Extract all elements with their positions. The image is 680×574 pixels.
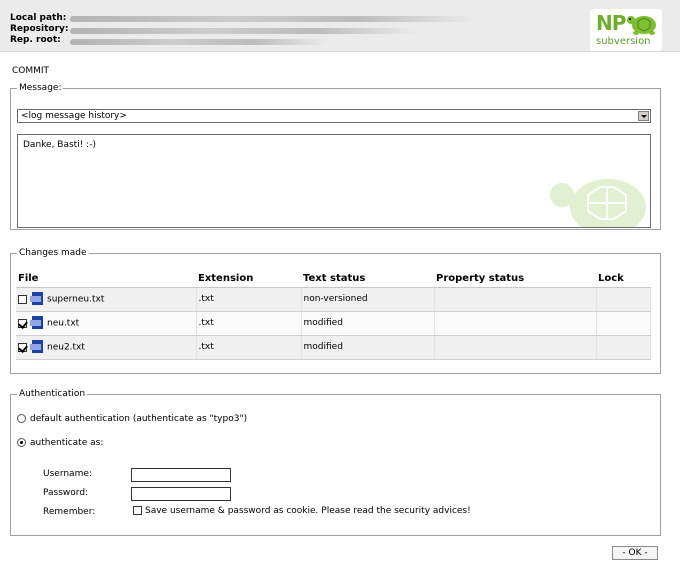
extension-cell: .txt xyxy=(196,311,302,336)
message-textarea[interactable]: Danke, Basti! :-) xyxy=(17,134,651,228)
auth-default-option[interactable]: default authentication (authenticate as … xyxy=(17,414,247,424)
text-status-cell: modified xyxy=(301,311,435,336)
remember-text: Save username & password as cookie. Plea… xyxy=(145,506,471,516)
commit-title: COMMIT xyxy=(12,66,50,76)
password-label: Password: xyxy=(43,488,89,498)
rep-root-value-blurred xyxy=(70,39,330,45)
auth-as-radio[interactable] xyxy=(17,438,26,447)
message-group: Message: <log message history> Danke, Ba… xyxy=(10,83,661,230)
turtle-watermark-icon xyxy=(550,179,646,227)
repository-value-blurred xyxy=(70,28,420,34)
header-labels: Local path: Repository: Rep. root: xyxy=(10,13,69,46)
changes-group: Changes made File Extension Text status … xyxy=(10,248,661,374)
username-label: Username: xyxy=(43,469,92,479)
authentication-legend: Authentication xyxy=(17,389,88,400)
message-text: Danke, Basti! :-) xyxy=(23,140,96,150)
log-history-value: <log message history> xyxy=(21,111,127,121)
property-status-cell xyxy=(434,287,597,312)
authentication-group: Authentication default authentication (a… xyxy=(10,389,661,536)
header-bar: Local path: Repository: Rep. root: NP su… xyxy=(0,0,680,52)
file-cell: neu2.txt xyxy=(16,335,197,360)
file-cell: superneu.txt xyxy=(16,287,197,312)
property-status-cell xyxy=(434,311,597,336)
auth-as-label: authenticate as: xyxy=(30,438,104,448)
lock-cell xyxy=(596,335,651,360)
property-status-cell xyxy=(434,335,597,360)
lock-cell xyxy=(596,311,651,336)
auth-as-option[interactable]: authenticate as: xyxy=(17,438,103,448)
table-header-row: File Extension Text status Property stat… xyxy=(16,271,651,288)
col-text-status: Text status xyxy=(301,271,434,288)
changes-legend: Changes made xyxy=(17,248,89,259)
message-legend: Message: xyxy=(17,83,64,94)
local-path-label: Local path: xyxy=(10,13,67,23)
np-subversion-logo: NP subversion xyxy=(590,9,662,51)
text-status-cell: non-versioned xyxy=(301,287,435,312)
chevron-down-icon[interactable] xyxy=(638,111,649,121)
lock-cell xyxy=(596,287,651,312)
logo-subversion-text: subversion xyxy=(596,36,651,47)
col-extension: Extension xyxy=(196,271,301,288)
col-property-status: Property status xyxy=(434,271,596,288)
auth-default-radio[interactable] xyxy=(17,414,26,423)
txt-file-icon xyxy=(30,316,43,329)
table-row: neu2.txt .txt modified xyxy=(16,335,651,360)
extension-cell: .txt xyxy=(196,335,302,360)
log-history-select[interactable]: <log message history> xyxy=(17,109,651,123)
extension-cell: .txt xyxy=(196,287,302,312)
file-name: superneu.txt xyxy=(47,294,105,305)
auth-default-label: default authentication (authenticate as … xyxy=(30,414,248,424)
username-input[interactable] xyxy=(131,468,231,482)
col-file: File xyxy=(16,271,196,288)
file-cell: neu.txt xyxy=(16,311,197,336)
repository-label: Repository: xyxy=(10,24,69,34)
file-checkbox[interactable] xyxy=(18,294,27,304)
password-input[interactable] xyxy=(131,487,231,501)
remember-checkbox[interactable] xyxy=(133,506,142,515)
ok-button[interactable]: - OK - xyxy=(612,546,658,560)
local-path-value-blurred xyxy=(70,16,480,22)
file-checkbox[interactable] xyxy=(18,342,27,352)
table-row: superneu.txt .txt non-versioned xyxy=(16,287,651,312)
remember-option[interactable]: Save username & password as cookie. Plea… xyxy=(133,506,471,516)
table-row: neu.txt .txt modified xyxy=(16,311,651,336)
turtle-icon xyxy=(627,16,656,35)
remember-label: Remember: xyxy=(43,507,96,517)
file-name: neu.txt xyxy=(47,318,80,329)
changes-table: File Extension Text status Property stat… xyxy=(16,271,651,360)
txt-file-icon xyxy=(30,292,43,305)
col-lock: Lock xyxy=(596,271,651,288)
file-name: neu2.txt xyxy=(47,342,85,353)
txt-file-icon xyxy=(30,340,43,353)
rep-root-label: Rep. root: xyxy=(10,35,61,45)
text-status-cell: modified xyxy=(301,335,435,360)
file-checkbox[interactable] xyxy=(18,318,27,328)
logo-np-text: NP xyxy=(596,11,626,35)
